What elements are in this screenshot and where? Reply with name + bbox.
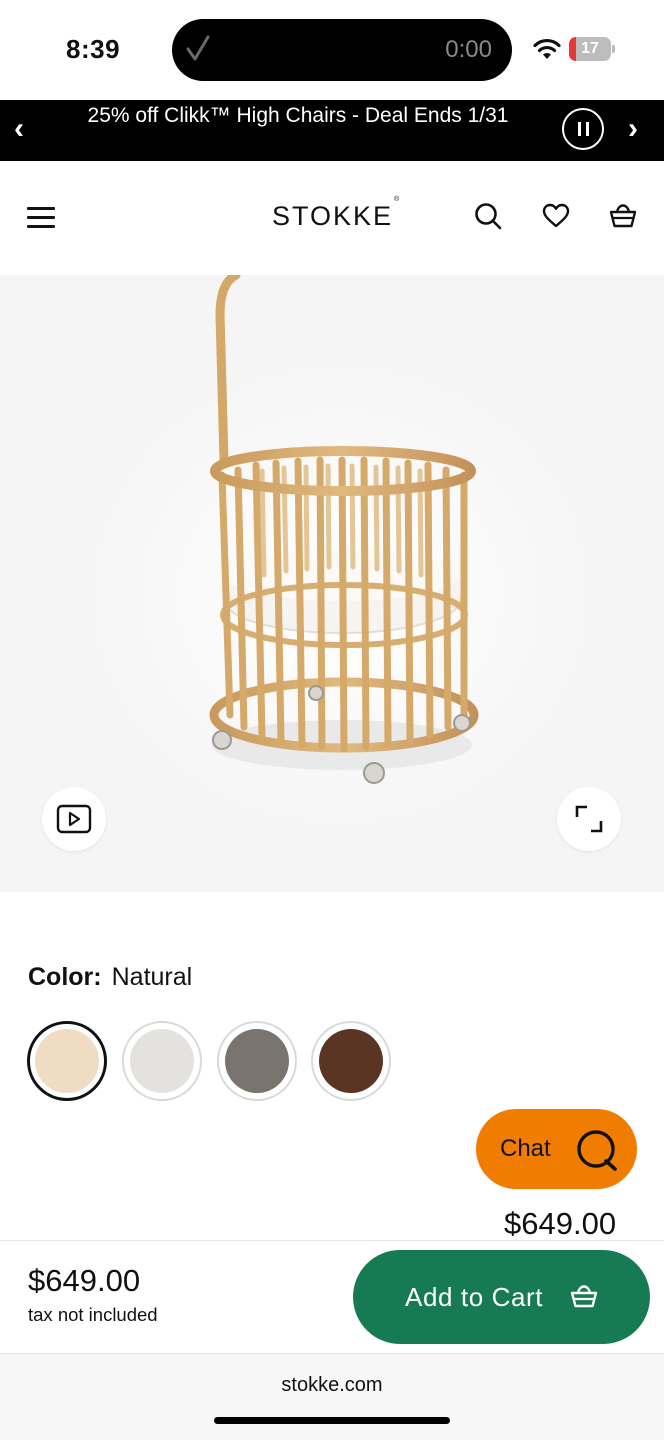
home-indicator[interactable] [214,1417,450,1424]
basket-icon[interactable] [608,201,638,231]
color-value: Natural [111,963,193,991]
logo-text: STOKKE [272,201,394,231]
basket-icon [570,1285,598,1308]
chat-button[interactable]: Chat [476,1109,637,1189]
tax-note: tax not included [28,1304,158,1325]
wifi-icon [533,38,561,59]
checkmark-icon [186,35,210,61]
swatch-grey[interactable] [217,1021,297,1101]
fullscreen-button[interactable] [557,787,621,851]
play-video-button[interactable] [42,787,106,851]
dynamic-island: 0:00 [172,19,512,81]
chat-label: Chat [500,1135,551,1162]
status-time: 8:39 [66,34,121,64]
battery-level: 17 [581,40,599,57]
promo-next-button[interactable]: › [628,114,648,144]
site-header: STOKKE® [0,161,664,275]
promo-prev-button[interactable]: ‹ [14,114,34,144]
product-price: $649.00 [504,1206,617,1241]
add-to-cart-button[interactable]: Add to Cart [353,1250,650,1344]
swatch-natural[interactable] [27,1021,107,1101]
play-icon [56,804,92,834]
color-label: Color: [28,963,102,991]
menu-icon[interactable] [27,207,55,229]
search-icon[interactable] [473,201,503,231]
promo-banner: ‹ 25% off Clikk™ High Chairs - Deal Ends… [0,100,664,161]
heart-icon[interactable] [541,201,571,231]
browser-url-bar[interactable]: stokke.com [0,1353,664,1440]
promo-pause-button[interactable] [562,108,604,150]
logo-registered-mark: ® [394,196,400,203]
swatch-white[interactable] [122,1021,202,1101]
cart-price: $649.00 [28,1263,141,1298]
color-selector-label: Color: Natural [28,963,192,992]
promo-text[interactable]: 25% off Clikk™ High Chairs - Deal Ends 1… [60,103,536,129]
sticky-cart-bar: $649.00 tax not included Add to Cart [0,1240,664,1353]
expand-icon [575,805,603,833]
product-image[interactable] [0,275,664,892]
status-bar: 8:39 0:00 17 [0,0,664,100]
chat-bubble-icon [577,1130,617,1171]
add-to-cart-label: Add to Cart [405,1282,544,1312]
island-timer: 0:00 [445,36,492,63]
battery-icon: 17 [569,37,615,61]
stokke-logo[interactable]: STOKKE® [272,196,399,232]
swatch-walnut[interactable] [311,1021,391,1101]
url-text[interactable]: stokke.com [0,1374,664,1397]
